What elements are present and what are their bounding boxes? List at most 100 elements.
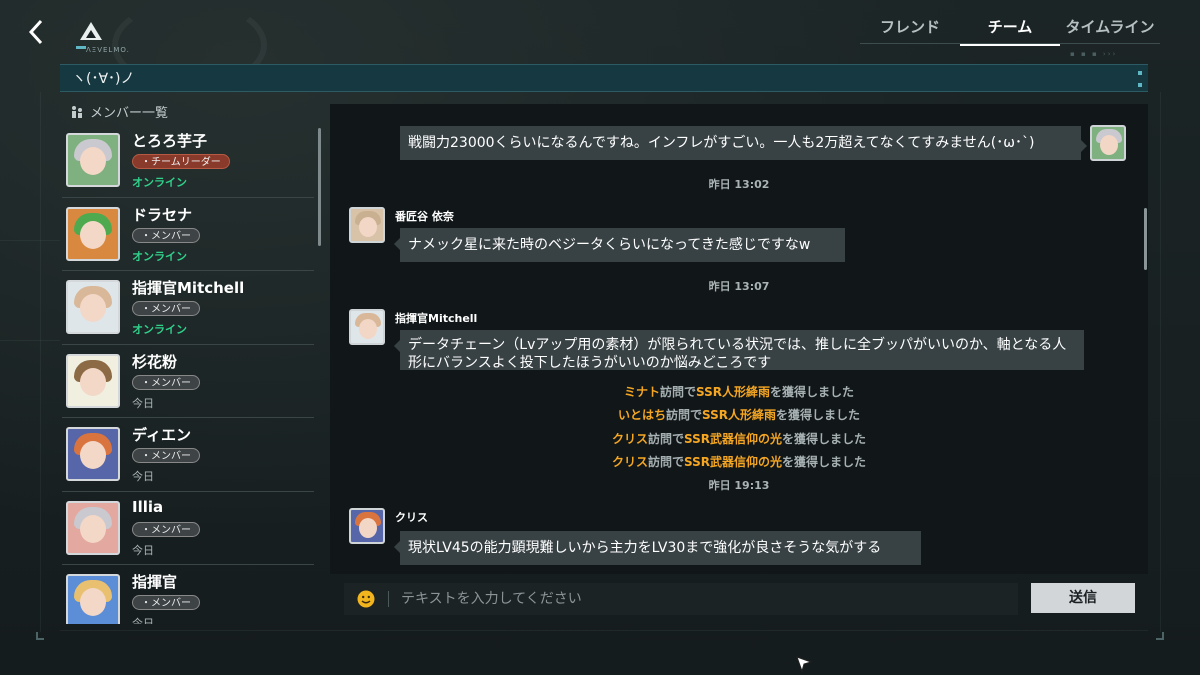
role-badge: ・メンバー	[132, 448, 200, 463]
system-notice-text: を獲得しました	[782, 432, 867, 446]
chat-timestamp: 昨日 13:07	[708, 280, 770, 293]
sender-avatar	[349, 207, 385, 243]
role-badge: ・メンバー	[132, 521, 200, 537]
logo-text: ΛΞVELMO.	[86, 46, 130, 54]
system-notice-user: ミナト	[623, 385, 660, 399]
status-bar-marker	[1138, 83, 1142, 87]
members-icon	[72, 105, 82, 118]
frame-corner	[1156, 632, 1164, 640]
chat-text-input[interactable]	[401, 584, 1018, 614]
avatar	[66, 574, 120, 624]
cursor-icon	[796, 656, 813, 673]
member-list-header: メンバー一覧	[70, 102, 168, 121]
background-grid-line	[60, 630, 1148, 631]
avatar	[66, 427, 120, 481]
tab-underline	[860, 43, 1160, 44]
member-status: オンライン	[132, 323, 187, 336]
role-badge: ・チームリーダー	[132, 154, 230, 169]
tab-bar: フレンド チーム タイムライン	[860, 12, 1160, 46]
send-button[interactable]: 送信	[1031, 583, 1135, 613]
system-notice-text: 訪問で	[665, 408, 702, 422]
background-grid-line	[0, 340, 60, 341]
sender-name: クリス	[395, 511, 428, 524]
member-name: Illia	[132, 497, 164, 516]
role-badge: ・メンバー	[132, 227, 200, 243]
member-name: 指揮官	[132, 573, 178, 591]
sender-name: 指揮官Mitchell	[395, 312, 478, 325]
chat-message: データチェーン（Lvアップ用の素材）が限られている状況では、推しに全ブッパがいい…	[394, 330, 1084, 371]
chat-scrollbar[interactable]	[1144, 208, 1147, 270]
member-name: とろろ芋子	[132, 132, 208, 150]
member-name: ディエン	[132, 426, 191, 444]
system-notice: いとはち訪問でSSR人形絳雨を獲得しました	[330, 406, 1148, 423]
system-notice-text: を獲得しました	[782, 455, 867, 469]
system-notice-item: SSR人形絳雨	[696, 385, 770, 399]
member-status: オンライン	[132, 249, 187, 263]
status-bar-marker	[1138, 71, 1142, 75]
chat-timestamp: 昨日 19:13	[708, 479, 770, 492]
role-badge: ・メンバー	[132, 374, 200, 390]
avatar	[66, 353, 120, 408]
system-notice: クリス訪問でSSR武器信仰の光を獲得しました	[330, 430, 1148, 447]
member-list: とろろ芋子 ・チームリーダー オンライン ドラセナ ・メンバー オンライン 指揮…	[62, 124, 314, 624]
emoji-icon	[357, 590, 375, 608]
system-notice: クリス訪問でSSR武器信仰の光を獲得しました	[330, 453, 1148, 470]
member-item[interactable]: 指揮官 ・メンバー 今日	[62, 565, 314, 624]
chat-timestamp: 昨日 13:02	[708, 178, 770, 191]
system-notice-text: を獲得しました	[776, 408, 861, 422]
system-notice-item: SSR武器信仰の光	[684, 455, 782, 469]
member-name: ドラセナ	[132, 205, 193, 224]
member-list-title: メンバー一覧	[90, 106, 169, 121]
background-grid-line	[1160, 92, 1161, 632]
back-button[interactable]	[22, 16, 50, 48]
system-notice-text: 訪問で	[659, 385, 696, 399]
member-status: オンライン	[132, 176, 187, 189]
member-status: 今日	[132, 617, 154, 624]
chat-message: ナメック星に来た時のベジータくらいになってきた感じですなw	[394, 228, 845, 262]
tab-friends[interactable]: フレンド	[860, 12, 960, 44]
member-status: 今日	[132, 396, 154, 410]
tab-team[interactable]: チーム	[960, 12, 1060, 46]
sender-avatar	[349, 508, 385, 544]
member-item[interactable]: 杉花粉 ・メンバー 今日	[62, 345, 314, 418]
input-divider	[388, 591, 389, 607]
back-arrow-icon	[28, 19, 43, 45]
system-notice-text: 訪問で	[647, 432, 684, 446]
tab-timeline[interactable]: タイムライン	[1060, 12, 1160, 44]
chat-input-bar	[344, 583, 1018, 615]
team-status-text: ヽ(･∀･)ノ	[72, 71, 135, 87]
sender-name: 番匠谷 依奈	[395, 210, 454, 223]
sender-avatar	[349, 309, 385, 345]
member-item[interactable]: とろろ芋子 ・チームリーダー オンライン	[62, 124, 314, 198]
system-notice-user: クリス	[611, 455, 648, 469]
emoji-button[interactable]	[344, 583, 388, 615]
system-notice-user: クリス	[611, 432, 648, 446]
role-badge: ・メンバー	[132, 301, 200, 316]
system-notice-text: を獲得しました	[770, 385, 855, 399]
system-notice-text: 訪問で	[647, 455, 684, 469]
frame-corner	[36, 632, 44, 640]
avatar	[66, 206, 120, 261]
background-grid-line	[40, 92, 41, 632]
background-grid-line	[0, 240, 60, 241]
role-badge: ・メンバー	[132, 595, 200, 610]
tab-decoration: ▪ ▪ ▪ ›››	[1070, 50, 1118, 58]
member-status: 今日	[132, 543, 154, 557]
avatar	[66, 500, 120, 555]
system-notice: ミナト訪問でSSR人形絳雨を獲得しました	[330, 383, 1148, 400]
member-list-scrollbar[interactable]	[318, 128, 321, 246]
system-notice-user: いとはち	[617, 408, 666, 422]
system-notice-item: SSR武器信仰の光	[684, 432, 782, 446]
member-item[interactable]: ドラセナ ・メンバー オンライン	[62, 198, 314, 271]
member-name: 指揮官Mitchell	[132, 279, 245, 297]
chat-message: 現状LV45の能力顕現難しいから主力をLV30まで強化が良さそうな気がする	[394, 531, 921, 565]
avatar	[66, 280, 120, 334]
member-item[interactable]: Illia ・メンバー 今日	[62, 492, 314, 565]
member-item[interactable]: 指揮官Mitchell ・メンバー オンライン	[62, 271, 314, 345]
avatar	[66, 133, 120, 187]
member-item[interactable]: ディエン ・メンバー 今日	[62, 418, 314, 492]
member-status: 今日	[132, 470, 154, 483]
system-notice-item: SSR人形絳雨	[702, 408, 776, 422]
member-name: 杉花粉	[132, 352, 178, 371]
my-avatar	[1090, 125, 1126, 161]
